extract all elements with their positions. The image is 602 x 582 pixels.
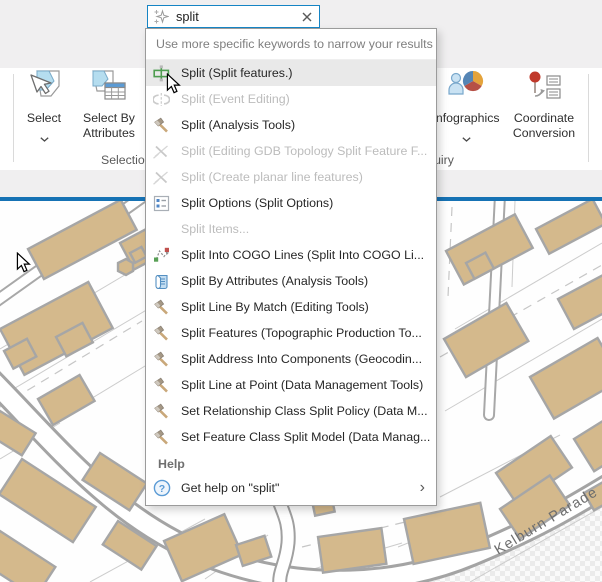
coordinate-conversion-label: Coordinate Conversion xyxy=(506,111,582,140)
hammer-icon xyxy=(153,377,170,394)
search-result-item[interactable]: Split Address Into Components (Geocodin.… xyxy=(146,346,436,372)
search-result-item[interactable]: Split Line By Match (Editing Tools) xyxy=(146,294,436,320)
get-help-label: Get help on "split" xyxy=(181,481,279,495)
infographics-label: Infographics xyxy=(433,111,500,126)
help-circle-icon: ? xyxy=(153,479,171,497)
search-result-item[interactable]: Set Relationship Class Split Policy (Dat… xyxy=(146,398,436,424)
chevron-down-icon xyxy=(462,129,471,147)
search-result-label: Split By Attributes (Analysis Tools) xyxy=(181,274,368,288)
search-result-label: Split Features (Topographic Production T… xyxy=(181,326,422,340)
coordinate-conversion-button[interactable]: Coordinate Conversion xyxy=(506,70,582,140)
search-result-item[interactable]: Set Feature Class Split Model (Data Mana… xyxy=(146,424,436,450)
search-result-label: Split (Analysis Tools) xyxy=(181,118,295,132)
hammer-icon xyxy=(153,403,170,420)
close-icon[interactable] xyxy=(302,12,312,22)
help-section-header: Help xyxy=(146,450,436,474)
search-input[interactable]: split xyxy=(147,5,320,28)
search-result-item: Split (Editing GDB Topology Split Featur… xyxy=(146,138,436,164)
search-result-item[interactable]: Split Line at Point (Data Management Too… xyxy=(146,372,436,398)
select-icon xyxy=(27,70,61,109)
select-button[interactable]: Select xyxy=(14,70,74,147)
hammer-icon xyxy=(153,429,170,446)
options-icon xyxy=(153,195,170,212)
search-value: split xyxy=(176,9,302,24)
infographics-icon xyxy=(447,70,485,109)
group-divider-right xyxy=(588,74,589,162)
search-result-label: Split Options (Split Options) xyxy=(181,196,333,210)
search-result-label: Set Relationship Class Split Policy (Dat… xyxy=(181,404,428,418)
mouse-cursor xyxy=(166,73,181,99)
mouse-cursor-map xyxy=(16,252,31,278)
search-result-item: Split (Create planar line features) xyxy=(146,164,436,190)
search-results-dropdown: Use more specific keywords to narrow you… xyxy=(145,28,437,506)
coordinate-conversion-icon xyxy=(525,70,563,109)
hammer-icon xyxy=(153,325,170,342)
search-result-label: Split (Event Editing) xyxy=(181,92,290,106)
select-by-attributes-button[interactable]: Select By Attributes xyxy=(74,70,144,140)
search-result-item[interactable]: Split By Attributes (Analysis Tools) xyxy=(146,268,436,294)
search-result-item[interactable]: Split Features (Topographic Production T… xyxy=(146,320,436,346)
select-by-attributes-icon xyxy=(92,70,126,109)
search-result-label: Set Feature Class Split Model (Data Mana… xyxy=(181,430,430,444)
sparkles-icon xyxy=(153,9,169,25)
hammer-icon xyxy=(153,117,170,134)
select-by-attributes-label: Select By Attributes xyxy=(74,111,144,140)
search-result-label: Split Line at Point (Data Management Too… xyxy=(181,378,423,392)
search-result-item[interactable]: Split Into COGO Lines (Split Into COGO L… xyxy=(146,242,436,268)
search-hint: Use more specific keywords to narrow you… xyxy=(146,29,436,60)
x-line-icon xyxy=(153,169,170,186)
search-result-item[interactable]: Split (Split features.) xyxy=(146,60,436,86)
chevron-down-icon xyxy=(40,129,49,147)
search-result-label: Split Line By Match (Editing Tools) xyxy=(181,300,369,314)
x-line-icon xyxy=(153,143,170,160)
search-result-label: Split Address Into Components (Geocodin.… xyxy=(181,352,422,366)
search-result-item: Split (Event Editing) xyxy=(146,86,436,112)
search-result-label: Split Items... xyxy=(181,222,249,236)
app-window: Kelburn Parade Select xyxy=(0,0,602,582)
group-label-selection: Selection xyxy=(101,153,152,167)
search-result-item[interactable]: Split (Analysis Tools) xyxy=(146,112,436,138)
cogo-icon xyxy=(153,247,170,264)
select-button-label: Select xyxy=(27,111,61,126)
none-icon xyxy=(153,221,170,238)
search-result-label: Split (Create planar line features) xyxy=(181,170,363,184)
search-result-item: Split Items... xyxy=(146,216,436,242)
search-result-label: Split (Split features.) xyxy=(181,66,293,80)
hammer-icon xyxy=(153,299,170,316)
search-results-list: Split (Split features.) Split (Event Edit… xyxy=(146,60,436,450)
hammer-icon xyxy=(153,351,170,368)
chevron-right-icon: › xyxy=(420,480,425,496)
search-result-label: Split (Editing GDB Topology Split Featur… xyxy=(181,144,427,158)
svg-text:?: ? xyxy=(159,483,165,495)
search-result-item[interactable]: Split Options (Split Options) xyxy=(146,190,436,216)
scroll-icon xyxy=(153,273,170,290)
search-result-label: Split Into COGO Lines (Split Into COGO L… xyxy=(181,248,424,262)
get-help-item[interactable]: ? Get help on "split" › xyxy=(146,474,436,501)
